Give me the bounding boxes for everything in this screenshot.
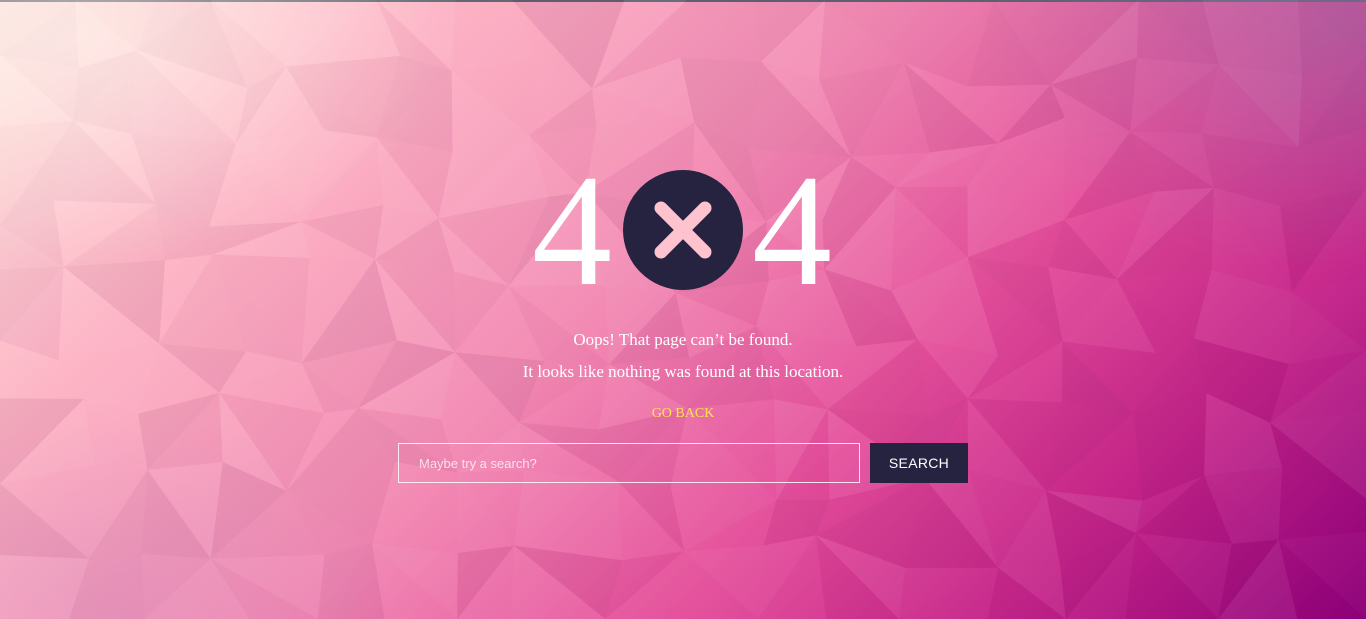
go-back-link[interactable]: GO BACK [652,406,715,421]
error-message-secondary: It looks like nothing was found at this … [522,362,844,381]
error-message-primary: Oops! That page can’t be found. [573,330,793,349]
search-button[interactable]: SEARCH [870,443,968,483]
error-digit-left: 4 [532,141,612,319]
error-digit-right: 4 [752,141,832,319]
search-input[interactable] [398,443,860,483]
go-back-link-wrap: GO BACK [0,404,1366,424]
error-code-404: 4 4 [0,141,1366,319]
background-glow [0,0,1366,619]
close-x-circle-icon [623,170,743,290]
